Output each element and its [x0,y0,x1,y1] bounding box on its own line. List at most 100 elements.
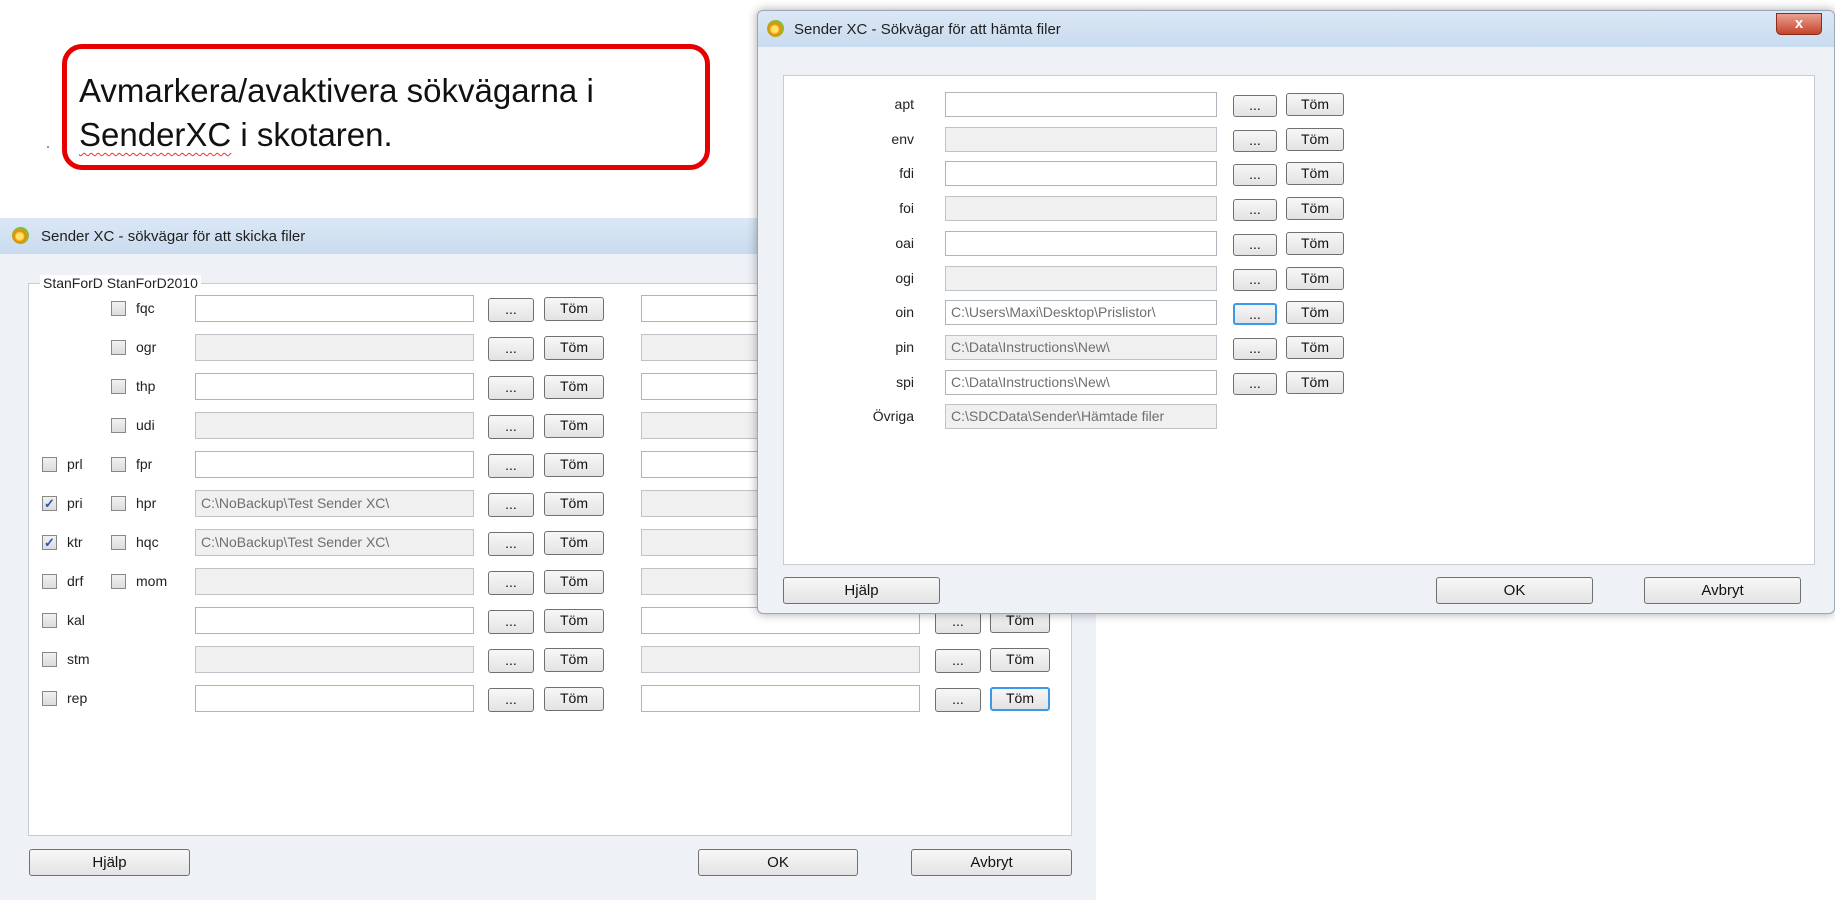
fetch-help-button[interactable]: Hjälp [783,577,940,604]
checkbox-ktr[interactable]: ✓ [42,535,57,550]
fetch-clear-button[interactable]: Töm [1286,197,1344,221]
fetch-clear-button[interactable]: Töm [1286,127,1344,151]
fetch-path-input[interactable] [945,230,1217,256]
browse-button[interactable]: ... [488,493,534,517]
fetch-path-input[interactable] [945,265,1217,291]
clear-button[interactable]: Töm [544,648,604,672]
checkbox-pri[interactable]: ✓ [42,496,57,511]
clear-button[interactable]: Töm [544,375,604,399]
clear-button[interactable]: Töm [544,687,604,711]
path-input-2010[interactable] [641,646,920,673]
fetch-window-titlebar[interactable]: Sender XC - Sökvägar för att hämta filer… [758,11,1834,47]
close-icon[interactable]: x [1776,13,1822,35]
fetch-browse-button[interactable]: ... [1233,372,1277,395]
fetch-browse-button[interactable]: ... [1233,129,1277,152]
browse-button[interactable]: ... [488,337,534,361]
send-ok-button[interactable]: OK [698,849,858,876]
clear-button[interactable]: Töm [544,609,604,633]
path-input[interactable] [195,607,474,634]
label-hpr: hpr [136,495,157,511]
browse-button[interactable]: ... [488,532,534,556]
browse-button[interactable]: ... [488,688,534,712]
send-help-button[interactable]: Hjälp [29,849,190,876]
browse-button-2010[interactable]: ... [935,649,981,673]
label-ogr: ogr [136,339,157,355]
fetch-cancel-button[interactable]: Avbryt [1644,577,1801,604]
label-pri: pri [67,495,83,511]
path-input[interactable]: C:\NoBackup\Test Sender XC\ [195,529,474,556]
checkbox-rep[interactable] [42,691,57,706]
checkbox-udi[interactable] [111,418,126,433]
browse-button[interactable]: ... [488,454,534,478]
label-hqc: hqc [136,534,159,550]
clear-button[interactable]: Töm [544,336,604,360]
checkbox-ogr[interactable] [111,340,126,355]
checkbox-fpr[interactable] [111,457,126,472]
clear-button[interactable]: Töm [544,453,604,477]
path-input[interactable] [195,685,474,712]
clear-button-2010[interactable]: Töm [990,648,1050,672]
browse-button[interactable]: ... [488,376,534,400]
browse-button[interactable]: ... [488,415,534,439]
fetch-browse-button[interactable]: ... [1233,303,1277,326]
clear-button[interactable]: Töm [544,531,604,555]
checkbox-thp[interactable] [111,379,126,394]
fetch-browse-button[interactable]: ... [1233,164,1277,187]
browse-button[interactable]: ... [488,610,534,634]
send-group-label: StanForD StanForD2010 [40,275,201,291]
fetch-clear-button[interactable]: Töm [1286,370,1344,394]
checkbox-mom[interactable] [111,574,126,589]
browse-button[interactable]: ... [488,649,534,673]
checkbox-stm[interactable] [42,652,57,667]
checkbox-hqc[interactable] [111,535,126,550]
path-input[interactable] [195,451,474,478]
fetch-browse-button[interactable]: ... [1233,233,1277,256]
path-input[interactable]: C:\NoBackup\Test Sender XC\ [195,490,474,517]
fetch-clear-button[interactable]: Töm [1286,335,1344,359]
checkbox-prl[interactable] [42,457,57,472]
clear-button[interactable]: Töm [544,297,604,321]
clear-button[interactable]: Töm [544,492,604,516]
fetch-clear-button[interactable]: Töm [1286,162,1344,186]
fetch-path-input[interactable] [945,126,1217,152]
checkbox-hpr[interactable] [111,496,126,511]
send-cancel-button[interactable]: Avbryt [911,849,1072,876]
fetch-browse-button[interactable]: ... [1233,95,1277,117]
label-thp: thp [136,378,156,394]
path-input[interactable] [195,646,474,673]
path-input[interactable] [195,373,474,400]
fetch-clear-button[interactable]: Töm [1286,266,1344,290]
fetch-ok-button[interactable]: OK [1436,577,1593,604]
browse-button[interactable]: ... [488,298,534,322]
checkbox-drf[interactable] [42,574,57,589]
label-rep: rep [67,690,88,706]
fetch-path-input[interactable] [945,161,1217,187]
fetch-clear-button[interactable]: Töm [1286,301,1344,325]
fetch-path-input[interactable]: C:\SDCData\Sender\Hämtade filer [945,404,1217,430]
fetch-browse-button[interactable]: ... [1233,337,1277,360]
fetch-clear-button[interactable]: Töm [1286,231,1344,255]
clear-button-2010[interactable]: Töm [990,687,1050,711]
fetch-path-input[interactable]: C:\Users\Maxi\Desktop\Prislistor\ [945,300,1217,326]
path-input[interactable] [195,334,474,361]
path-input[interactable] [195,295,474,322]
browse-button-2010[interactable]: ... [935,688,981,712]
clear-button[interactable]: Töm [544,570,604,594]
browse-button[interactable]: ... [488,571,534,595]
fetch-browse-button[interactable]: ... [1233,199,1277,222]
fetch-path-input[interactable] [945,196,1217,222]
checkbox-fqc[interactable] [111,301,126,316]
fetch-path-input[interactable] [945,92,1217,117]
fetch-browse-button[interactable]: ... [1233,268,1277,291]
label-stm: stm [67,651,90,667]
label-fpr: fpr [136,456,153,472]
checkbox-kal[interactable] [42,613,57,628]
fetch-path-input[interactable]: C:\Data\Instructions\New\ [945,369,1217,395]
path-input[interactable] [195,412,474,439]
clear-button[interactable]: Töm [544,414,604,438]
label-drf: drf [67,573,84,589]
fetch-clear-button[interactable]: Töm [1286,93,1344,116]
path-input-2010[interactable] [641,685,920,712]
path-input[interactable] [195,568,474,595]
fetch-path-input[interactable]: C:\Data\Instructions\New\ [945,334,1217,360]
